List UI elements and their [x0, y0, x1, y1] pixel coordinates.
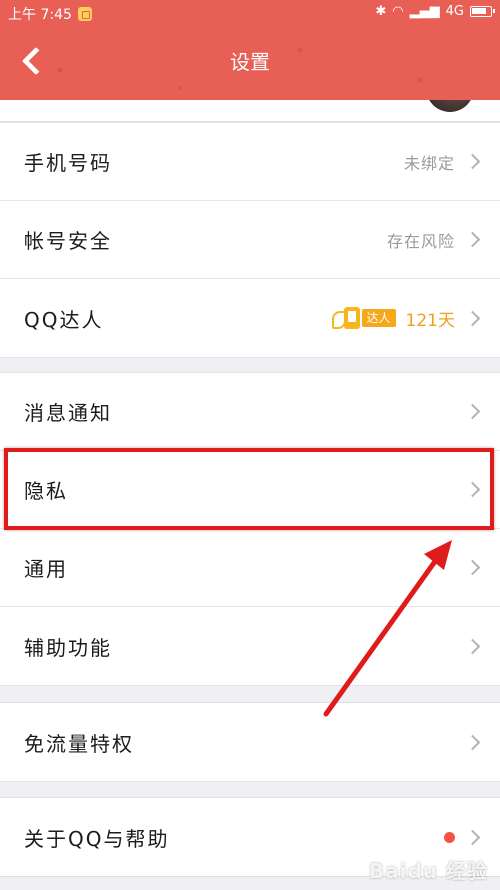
settings-item-phone[interactable]: 手机号码 未绑定: [0, 123, 500, 201]
wifi-icon: ◠: [392, 4, 404, 19]
settings-item-qq-daren[interactable]: QQ达人 达人 121天: [0, 279, 500, 357]
settings-screen: 上午 7:45 ✱ ◠ ▂▄▆ 4G 设置 手机号码 未绑定 帐号安全 存在风险…: [0, 0, 500, 890]
settings-item-label: 手机号码: [24, 151, 112, 175]
row-right: [464, 607, 481, 685]
bluetooth-icon: ✱: [375, 4, 387, 19]
watermark: Baidu 经验: [368, 859, 488, 883]
signal-icon: ▂▄▆: [409, 4, 440, 19]
settings-item-value: 未绑定: [403, 153, 455, 173]
settings-item-label: 辅助功能: [24, 635, 112, 660]
row-right: [464, 703, 481, 781]
chevron-right-icon: [464, 638, 481, 654]
settings-item-notifications[interactable]: 消息通知: [0, 373, 500, 451]
avatar: [426, 100, 474, 112]
daren-badge: 达人: [330, 307, 396, 329]
settings-item-account-security[interactable]: 帐号安全 存在风险: [0, 201, 500, 279]
settings-item-label: 免流量特权: [24, 731, 134, 756]
chevron-right-icon: [464, 231, 481, 248]
chevron-right-icon: [464, 559, 481, 576]
status-left: 上午 7:45: [8, 4, 92, 24]
settings-item-label: QQ达人: [24, 307, 104, 332]
settings-item-value: 存在风险: [386, 231, 455, 251]
nav-bar: 设置: [0, 28, 500, 100]
daren-days: 121天: [405, 310, 455, 331]
daren-tag: 达人: [361, 309, 396, 327]
header: 上午 7:45 ✱ ◠ ▂▄▆ 4G 设置: [0, 0, 500, 100]
battery-icon: [470, 6, 495, 17]
settings-item-label: 通用: [24, 557, 68, 581]
row-right: [464, 529, 481, 606]
chevron-right-icon: [464, 153, 481, 170]
settings-item-general[interactable]: 通用: [0, 529, 500, 607]
settings-item-label: 消息通知: [24, 401, 112, 425]
row-right: 存在风险: [386, 201, 481, 278]
chevron-right-icon: [464, 403, 481, 420]
status-bar: 上午 7:45 ✱ ◠ ▂▄▆ 4G: [0, 0, 500, 28]
wing-icon: [330, 309, 346, 329]
chevron-right-icon: [464, 310, 481, 326]
chevron-right-icon: [464, 829, 481, 845]
row-right: 未绑定: [403, 123, 481, 200]
status-right: ✱ ◠ ▂▄▆ 4G: [375, 4, 495, 19]
row-right: [464, 373, 481, 450]
phone-icon: [343, 307, 360, 329]
highlight-box: [4, 448, 494, 530]
profile-row-remnant[interactable]: [0, 100, 500, 122]
settings-group-account: 手机号码 未绑定 帐号安全 存在风险 QQ达人 达人 121天: [0, 122, 500, 358]
settings-item-accessibility[interactable]: 辅助功能: [0, 607, 500, 685]
settings-item-label: 关于QQ与帮助: [24, 826, 170, 851]
notification-icon: [77, 7, 92, 21]
settings-group-data: 免流量特权: [0, 702, 500, 782]
settings-item-free-data[interactable]: 免流量特权: [0, 703, 500, 781]
settings-item-label: 帐号安全: [24, 229, 112, 253]
row-right: 达人 121天: [330, 279, 481, 357]
network-type: 4G: [445, 4, 464, 19]
status-time: 上午 7:45: [8, 7, 72, 23]
new-badge-dot: [444, 831, 455, 843]
page-title: 设置: [230, 50, 270, 74]
chevron-right-icon: [464, 734, 481, 750]
